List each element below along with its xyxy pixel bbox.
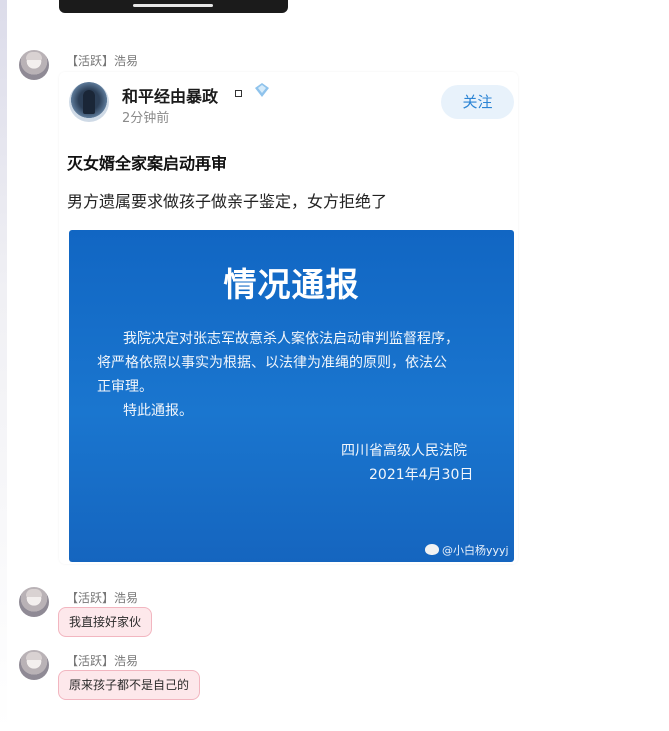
user-avatar[interactable] [19, 50, 49, 80]
notice-text-line: 我院决定对张志军故意杀人案依法启动审判监督程序， [123, 331, 459, 347]
weibo-icon [425, 544, 439, 555]
user-avatar[interactable] [19, 650, 49, 680]
sender-name: 【活跃】浩易 [66, 654, 139, 668]
post-title: 灭女婿全家案启动再审 [67, 154, 228, 173]
notice-date: 2021年4月30日 [369, 467, 474, 483]
drag-handle[interactable] [133, 4, 213, 7]
user-avatar[interactable] [19, 587, 49, 617]
notice-title: 情况通报 [223, 265, 360, 304]
notice-text-line: 将严格依照以事实为根据、以法律为准绳的原则，依法公 [97, 355, 447, 371]
window-edge [0, 0, 7, 731]
notice-text-line: 正审理。 [97, 379, 153, 395]
post-body: 男方遗属要求做孩子做亲子鉴定，女方拒绝了 [67, 192, 388, 211]
sender-name: 【活跃】浩易 [66, 54, 139, 68]
watermark-text: @小白杨yyyj [442, 544, 509, 557]
message-bubble[interactable]: 原来孩子都不是自己的 [58, 670, 201, 700]
sender-name: 【活跃】浩易 [66, 591, 139, 605]
post-author-name[interactable]: 和平经由暴政 [122, 83, 218, 107]
diamond-badge-icon [255, 83, 269, 97]
small-square-icon [235, 90, 242, 97]
top-bar [59, 0, 288, 13]
notice-text-line: 特此通报。 [123, 403, 193, 419]
message-bubble[interactable]: 我直接好家伙 [58, 607, 153, 637]
notice-organization: 四川省高级人民法院 [341, 443, 467, 459]
shared-post-card[interactable]: 和平经由暴政 2分钟前 关注 灭女婿全家案启动再审 男方遗属要求做孩子做亲子鉴定… [59, 72, 518, 564]
post-author-avatar[interactable] [69, 82, 109, 122]
notice-image[interactable]: 情况通报 我院决定对张志军故意杀人案依法启动审判监督程序， 将严格依照以事实为根… [69, 230, 514, 562]
weibo-watermark: @小白杨yyyj [425, 542, 509, 558]
post-timestamp: 2分钟前 [122, 111, 170, 126]
follow-button[interactable]: 关注 [441, 85, 514, 119]
